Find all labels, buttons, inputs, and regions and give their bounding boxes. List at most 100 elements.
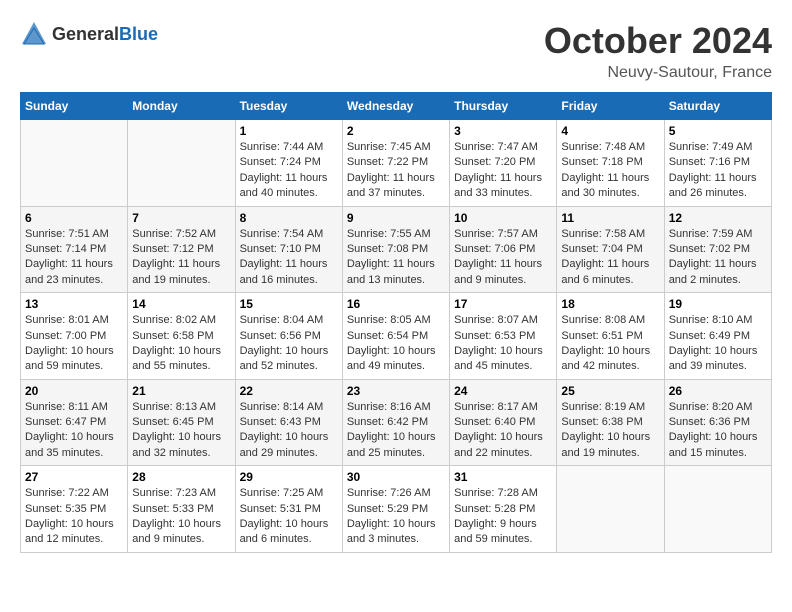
day-info: Sunrise: 8:20 AM Sunset: 6:36 PM Dayligh… bbox=[669, 400, 767, 462]
day-info: Sunrise: 8:08 AM Sunset: 6:51 PM Dayligh… bbox=[561, 313, 659, 375]
day-info: Sunrise: 8:19 AM Sunset: 6:38 PM Dayligh… bbox=[561, 400, 659, 462]
day-info: Sunrise: 8:02 AM Sunset: 6:58 PM Dayligh… bbox=[132, 313, 230, 375]
calendar-cell: 24 Sunrise: 8:17 AM Sunset: 6:40 PM Dayli… bbox=[450, 379, 557, 466]
day-info: Sunrise: 7:51 AM Sunset: 7:14 PM Dayligh… bbox=[25, 227, 123, 289]
calendar-cell: 13 Sunrise: 8:01 AM Sunset: 7:00 PM Dayli… bbox=[21, 293, 128, 380]
day-number: 7 bbox=[132, 211, 230, 225]
location: Neuvy-Sautour, France bbox=[544, 64, 772, 82]
calendar-week-row: 6 Sunrise: 7:51 AM Sunset: 7:14 PM Daylig… bbox=[21, 206, 772, 293]
day-number: 15 bbox=[240, 297, 338, 311]
day-number: 25 bbox=[561, 384, 659, 398]
calendar-week-row: 13 Sunrise: 8:01 AM Sunset: 7:00 PM Dayli… bbox=[21, 293, 772, 380]
calendar-cell: 30 Sunrise: 7:26 AM Sunset: 5:29 PM Dayli… bbox=[342, 466, 449, 553]
day-info: Sunrise: 8:17 AM Sunset: 6:40 PM Dayligh… bbox=[454, 400, 552, 462]
calendar-cell: 16 Sunrise: 8:05 AM Sunset: 6:54 PM Dayli… bbox=[342, 293, 449, 380]
day-number: 12 bbox=[669, 211, 767, 225]
calendar-cell: 6 Sunrise: 7:51 AM Sunset: 7:14 PM Daylig… bbox=[21, 206, 128, 293]
calendar-cell bbox=[128, 120, 235, 207]
day-info: Sunrise: 8:05 AM Sunset: 6:54 PM Dayligh… bbox=[347, 313, 445, 375]
calendar-cell: 7 Sunrise: 7:52 AM Sunset: 7:12 PM Daylig… bbox=[128, 206, 235, 293]
day-number: 4 bbox=[561, 124, 659, 138]
logo: GeneralBlue bbox=[20, 20, 158, 48]
day-of-week-header: Sunday bbox=[21, 93, 128, 120]
month-title: October 2024 bbox=[544, 20, 772, 62]
calendar-cell: 3 Sunrise: 7:47 AM Sunset: 7:20 PM Daylig… bbox=[450, 120, 557, 207]
day-of-week-header: Saturday bbox=[664, 93, 771, 120]
day-info: Sunrise: 7:54 AM Sunset: 7:10 PM Dayligh… bbox=[240, 227, 338, 289]
day-number: 28 bbox=[132, 470, 230, 484]
day-info: Sunrise: 7:23 AM Sunset: 5:33 PM Dayligh… bbox=[132, 486, 230, 548]
calendar-cell bbox=[21, 120, 128, 207]
calendar-cell bbox=[664, 466, 771, 553]
day-number: 8 bbox=[240, 211, 338, 225]
day-of-week-header: Wednesday bbox=[342, 93, 449, 120]
calendar-cell: 8 Sunrise: 7:54 AM Sunset: 7:10 PM Daylig… bbox=[235, 206, 342, 293]
day-of-week-header: Friday bbox=[557, 93, 664, 120]
calendar-cell: 14 Sunrise: 8:02 AM Sunset: 6:58 PM Dayli… bbox=[128, 293, 235, 380]
day-number: 13 bbox=[25, 297, 123, 311]
day-number: 26 bbox=[669, 384, 767, 398]
day-info: Sunrise: 7:58 AM Sunset: 7:04 PM Dayligh… bbox=[561, 227, 659, 289]
calendar-cell: 25 Sunrise: 8:19 AM Sunset: 6:38 PM Dayli… bbox=[557, 379, 664, 466]
calendar-cell: 10 Sunrise: 7:57 AM Sunset: 7:06 PM Dayli… bbox=[450, 206, 557, 293]
calendar-cell: 26 Sunrise: 8:20 AM Sunset: 6:36 PM Dayli… bbox=[664, 379, 771, 466]
day-info: Sunrise: 7:26 AM Sunset: 5:29 PM Dayligh… bbox=[347, 486, 445, 548]
calendar-cell: 28 Sunrise: 7:23 AM Sunset: 5:33 PM Dayli… bbox=[128, 466, 235, 553]
calendar-cell: 19Sunrise: 8:10 AM Sunset: 6:49 PM Dayli… bbox=[664, 293, 771, 380]
calendar-cell: 20Sunrise: 8:11 AM Sunset: 6:47 PM Dayli… bbox=[21, 379, 128, 466]
day-number: 24 bbox=[454, 384, 552, 398]
day-info: Sunrise: 8:07 AM Sunset: 6:53 PM Dayligh… bbox=[454, 313, 552, 375]
day-info: Sunrise: 8:01 AM Sunset: 7:00 PM Dayligh… bbox=[25, 313, 123, 375]
day-info: Sunrise: 7:55 AM Sunset: 7:08 PM Dayligh… bbox=[347, 227, 445, 289]
day-number: 3 bbox=[454, 124, 552, 138]
calendar-cell: 17 Sunrise: 8:07 AM Sunset: 6:53 PM Dayli… bbox=[450, 293, 557, 380]
day-of-week-header: Tuesday bbox=[235, 93, 342, 120]
logo-text-blue: Blue bbox=[119, 24, 158, 44]
day-info: Sunrise: 8:13 AM Sunset: 6:45 PM Dayligh… bbox=[132, 400, 230, 462]
calendar-cell: 29Sunrise: 7:25 AM Sunset: 5:31 PM Dayli… bbox=[235, 466, 342, 553]
day-number: 17 bbox=[454, 297, 552, 311]
logo-icon bbox=[20, 20, 48, 48]
day-info: Sunrise: 7:44 AM Sunset: 7:24 PM Dayligh… bbox=[240, 140, 338, 202]
calendar-cell: 27Sunrise: 7:22 AM Sunset: 5:35 PM Dayli… bbox=[21, 466, 128, 553]
day-of-week-header: Monday bbox=[128, 93, 235, 120]
day-info: Sunrise: 8:14 AM Sunset: 6:43 PM Dayligh… bbox=[240, 400, 338, 462]
day-info: Sunrise: 7:49 AM Sunset: 7:16 PM Dayligh… bbox=[669, 140, 767, 202]
calendar-cell: 31 Sunrise: 7:28 AM Sunset: 5:28 PM Dayli… bbox=[450, 466, 557, 553]
calendar-cell: 2 Sunrise: 7:45 AM Sunset: 7:22 PM Daylig… bbox=[342, 120, 449, 207]
day-number: 30 bbox=[347, 470, 445, 484]
day-info: Sunrise: 7:25 AM Sunset: 5:31 PM Dayligh… bbox=[240, 486, 338, 548]
day-info: Sunrise: 7:47 AM Sunset: 7:20 PM Dayligh… bbox=[454, 140, 552, 202]
calendar-week-row: 27Sunrise: 7:22 AM Sunset: 5:35 PM Dayli… bbox=[21, 466, 772, 553]
calendar-cell: 5Sunrise: 7:49 AM Sunset: 7:16 PM Daylig… bbox=[664, 120, 771, 207]
day-info: Sunrise: 8:16 AM Sunset: 6:42 PM Dayligh… bbox=[347, 400, 445, 462]
title-block: October 2024 Neuvy-Sautour, France bbox=[544, 20, 772, 82]
day-of-week-header: Thursday bbox=[450, 93, 557, 120]
calendar-cell bbox=[557, 466, 664, 553]
day-number: 22 bbox=[240, 384, 338, 398]
day-info: Sunrise: 7:52 AM Sunset: 7:12 PM Dayligh… bbox=[132, 227, 230, 289]
calendar-week-row: 1Sunrise: 7:44 AM Sunset: 7:24 PM Daylig… bbox=[21, 120, 772, 207]
day-info: Sunrise: 7:28 AM Sunset: 5:28 PM Dayligh… bbox=[454, 486, 552, 548]
day-info: Sunrise: 7:45 AM Sunset: 7:22 PM Dayligh… bbox=[347, 140, 445, 202]
day-number: 10 bbox=[454, 211, 552, 225]
day-number: 31 bbox=[454, 470, 552, 484]
calendar-cell: 22 Sunrise: 8:14 AM Sunset: 6:43 PM Dayli… bbox=[235, 379, 342, 466]
page-header: GeneralBlue October 2024 Neuvy-Sautour, … bbox=[20, 20, 772, 82]
calendar-cell: 18Sunrise: 8:08 AM Sunset: 6:51 PM Dayli… bbox=[557, 293, 664, 380]
day-number: 6 bbox=[25, 211, 123, 225]
day-number: 16 bbox=[347, 297, 445, 311]
day-info: Sunrise: 7:48 AM Sunset: 7:18 PM Dayligh… bbox=[561, 140, 659, 202]
logo-text-general: General bbox=[52, 24, 119, 44]
day-info: Sunrise: 8:04 AM Sunset: 6:56 PM Dayligh… bbox=[240, 313, 338, 375]
day-info: Sunrise: 7:57 AM Sunset: 7:06 PM Dayligh… bbox=[454, 227, 552, 289]
day-number: 19 bbox=[669, 297, 767, 311]
calendar-cell: 21Sunrise: 8:13 AM Sunset: 6:45 PM Dayli… bbox=[128, 379, 235, 466]
day-number: 14 bbox=[132, 297, 230, 311]
day-number: 9 bbox=[347, 211, 445, 225]
calendar-cell: 1Sunrise: 7:44 AM Sunset: 7:24 PM Daylig… bbox=[235, 120, 342, 207]
calendar-cell: 23 Sunrise: 8:16 AM Sunset: 6:42 PM Dayli… bbox=[342, 379, 449, 466]
calendar-table: SundayMondayTuesdayWednesdayThursdayFrid… bbox=[20, 92, 772, 553]
day-number: 2 bbox=[347, 124, 445, 138]
day-number: 23 bbox=[347, 384, 445, 398]
